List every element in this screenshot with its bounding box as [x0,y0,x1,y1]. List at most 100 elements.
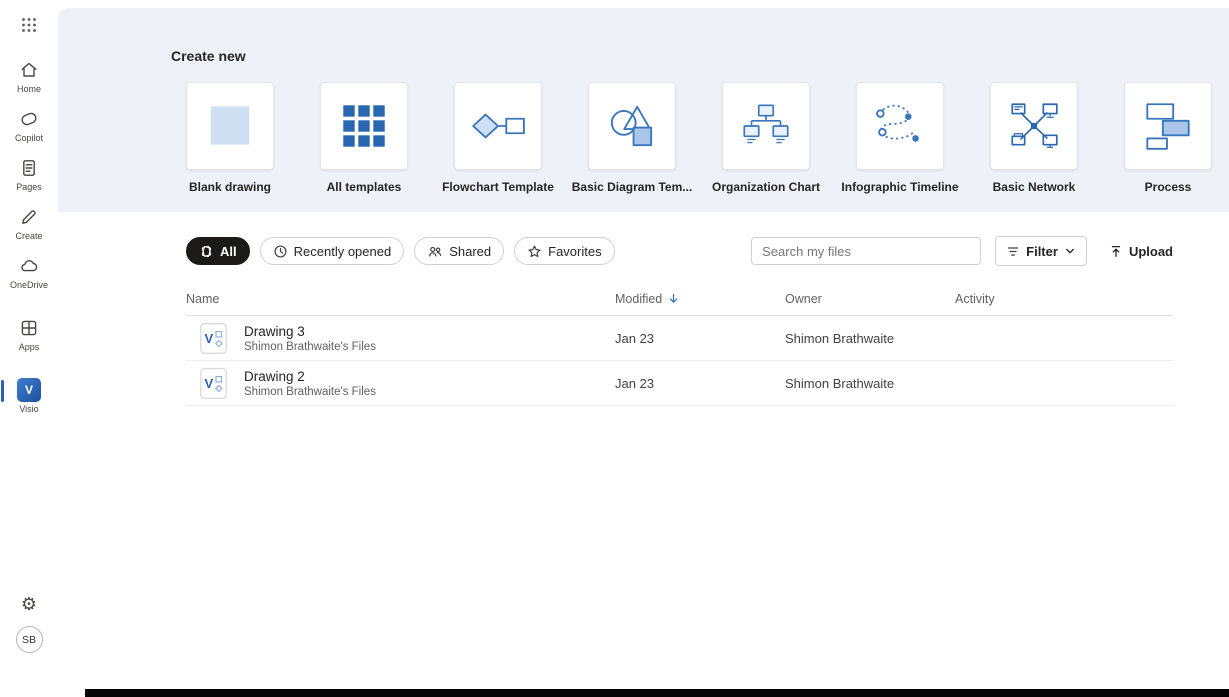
home-icon [19,59,39,81]
file-name: Drawing 3 [244,324,376,339]
filter-pill-label: Favorites [548,244,601,259]
sidebar-item-create[interactable]: Create [0,199,58,248]
filter-pill-recently-opened[interactable]: Recently opened [260,237,405,265]
main-content: Create new Blank drawing [58,0,1229,697]
file-name: Drawing 2 [244,369,376,384]
create-new-section: Create new Blank drawing [58,8,1229,212]
clock-icon [273,244,288,259]
page-title: Create new [171,46,1229,66]
sort-descending-icon [667,292,680,305]
template-all-templates[interactable]: All templates [297,82,431,194]
sidebar-item-label: Create [15,231,42,241]
visio-file-icon: V [200,368,227,399]
infographic-timeline-thumbnail [856,82,944,170]
sidebar-item-apps[interactable]: Apps [0,310,58,359]
template-blank-drawing[interactable]: Blank drawing [163,82,297,194]
file-modified: Jan 23 [615,376,785,391]
column-header-label: Modified [615,292,662,306]
sidebar-item-label: Pages [16,182,42,192]
file-location: Shimon Brathwaite's Files [244,386,376,398]
sidebar-item-copilot[interactable]: Copilot [0,101,58,150]
column-header-modified[interactable]: Modified [615,292,785,306]
sidebar-item-pages[interactable]: Pages [0,150,58,199]
template-label: Process [1145,180,1192,194]
filter-pill-favorites[interactable]: Favorites [514,237,614,265]
avatar[interactable]: SB [16,626,43,653]
app-launcher-button[interactable] [11,10,47,40]
filter-pill-label: Recently opened [294,244,392,259]
filter-pill-label: All [220,244,237,259]
sidebar-item-label: Apps [19,342,40,352]
star-icon [527,244,542,259]
file-name-cell: V Drawing 2 Shimon Brathwaite's Files [186,368,615,399]
template-infographic-timeline[interactable]: Infographic Timeline [833,82,967,194]
apps-icon [19,317,39,339]
files-section: All Recently opened [58,212,1229,697]
bottom-black-bar [85,689,1229,697]
svg-text:V: V [205,331,214,346]
layers-icon [199,244,214,259]
template-label: All templates [327,180,402,194]
blank-drawing-thumbnail [186,82,274,170]
upload-button-label: Upload [1129,244,1173,259]
template-label: Infographic Timeline [841,180,958,194]
filter-pill-shared[interactable]: Shared [414,237,504,265]
selected-indicator [1,380,4,402]
template-label: Blank drawing [189,180,271,194]
pages-icon [19,157,39,179]
template-gallery: Blank drawing All templates [163,82,1229,194]
column-header-owner[interactable]: Owner [785,292,955,306]
copilot-icon [19,108,39,130]
onedrive-icon [18,255,40,277]
all-templates-thumbnail [320,82,408,170]
visio-icon: V [17,379,41,401]
content-canvas: Create new Blank drawing [58,8,1229,697]
svg-text:V: V [205,376,214,391]
filter-dropdown-button[interactable]: Filter [995,236,1087,266]
file-owner: Shimon Brathwaite [785,331,955,346]
upload-icon [1109,244,1123,258]
template-flowchart[interactable]: Flowchart Template [431,82,565,194]
search-input[interactable] [751,237,981,265]
column-header-name[interactable]: Name [186,292,615,306]
sidebar-item-label: OneDrive [10,280,48,290]
column-header-activity[interactable]: Activity [955,292,1173,306]
basic-network-thumbnail [990,82,1078,170]
basic-diagram-thumbnail [588,82,676,170]
table-header: Name Modified Owner Activity [186,282,1173,316]
files-toolbar: All Recently opened [186,236,1173,266]
template-label: Organization Chart [712,180,820,194]
template-label: Basic Diagram Tem... [572,180,693,194]
template-organization-chart[interactable]: Organization Chart [699,82,833,194]
flowchart-thumbnail [454,82,542,170]
chevron-down-icon [1064,245,1076,257]
template-basic-network[interactable]: Basic Network [967,82,1101,194]
sidebar-item-visio[interactable]: V Visio [0,372,58,421]
table-row[interactable]: V Drawing 2 Shimon Brathwaite's Files Ja… [186,361,1173,406]
sidebar-item-onedrive[interactable]: OneDrive [0,248,58,297]
table-row[interactable]: V Drawing 3 Shimon Brathwaite's Files Ja… [186,316,1173,361]
gear-icon[interactable]: ⚙ [21,595,37,613]
sidebar-item-label: Copilot [15,133,43,143]
filter-pill-all[interactable]: All [186,237,250,265]
file-texts: Drawing 3 Shimon Brathwaite's Files [244,324,376,353]
template-process[interactable]: Process [1101,82,1229,194]
waffle-icon [21,17,37,33]
filter-pill-label: Shared [449,244,491,259]
upload-button[interactable]: Upload [1109,244,1173,259]
file-location: Shimon Brathwaite's Files [244,341,376,353]
template-label: Basic Network [993,180,1076,194]
sidebar-item-home[interactable]: Home [0,52,58,101]
files-table: Name Modified Owner Activity [186,282,1173,406]
filter-button-label: Filter [1026,244,1058,259]
app-rail: Home Copilot Pages Create [0,0,58,697]
filter-lines-icon [1006,244,1020,258]
template-basic-diagram[interactable]: Basic Diagram Tem... [565,82,699,194]
template-label: Flowchart Template [442,180,554,194]
file-modified: Jan 23 [615,331,785,346]
visio-file-icon: V [200,323,227,354]
sidebar-item-label: Visio [19,404,38,414]
file-name-cell: V Drawing 3 Shimon Brathwaite's Files [186,323,615,354]
sidebar-item-label: Home [17,84,41,94]
process-thumbnail [1124,82,1212,170]
